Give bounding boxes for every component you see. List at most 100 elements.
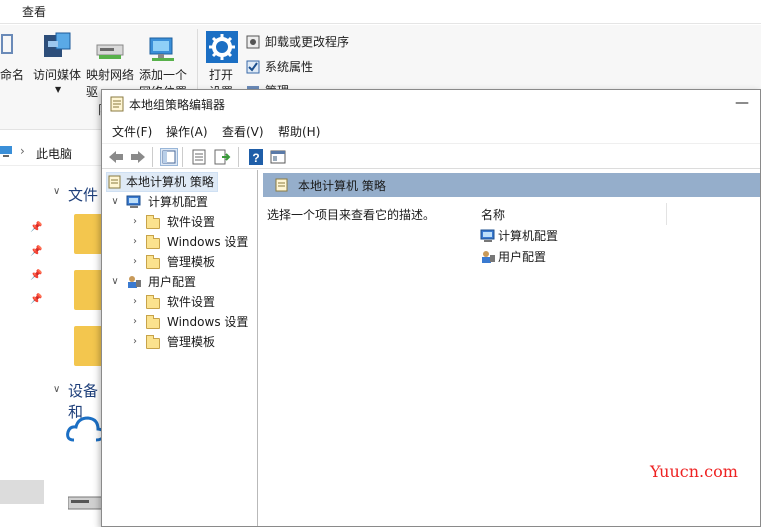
tree-label: Windows 设置: [167, 235, 249, 249]
policy-document-icon: [275, 178, 288, 192]
folder-icon: [146, 315, 160, 329]
settings-gear-icon: [206, 31, 238, 63]
watermark-text: Yuucn.com: [650, 462, 738, 481]
toolbar-separator: [238, 147, 239, 167]
list-item-computer-config[interactable]: 计算机配置: [478, 226, 598, 246]
list-item-user-config[interactable]: 用户配置: [478, 247, 598, 267]
system-properties-button[interactable]: 系统属性: [265, 59, 313, 76]
network-location-icon: [148, 35, 178, 63]
user-config-icon: [126, 275, 142, 289]
menu-file[interactable]: 文件(F): [112, 123, 152, 140]
rename-button[interactable]: 命名: [0, 67, 24, 84]
system-properties-icon: [246, 60, 260, 74]
tree-node-uc-admin-templates[interactable]: › 管理模板: [130, 332, 250, 352]
back-arrow-icon[interactable]: [107, 148, 125, 166]
chevron-down-icon: ∨: [53, 186, 61, 197]
tree-node-uc-windows-settings[interactable]: › Windows 设置: [130, 312, 258, 332]
toolbar-separator: [152, 147, 153, 167]
folder-icon: [146, 295, 160, 309]
tree-label: Windows 设置: [167, 315, 249, 329]
toolbar-separator: [182, 147, 183, 167]
tree-label: 软件设置: [167, 295, 216, 309]
pin-icon: 📌: [30, 270, 43, 281]
tree-node-cc-admin-templates[interactable]: › 管理模板: [130, 252, 250, 272]
computer-config-icon: [126, 195, 142, 209]
address-bar[interactable]: › 此电脑: [0, 138, 110, 166]
menu-action[interactable]: 操作(A): [166, 123, 208, 140]
list-item-label: 计算机配置: [498, 229, 559, 243]
tree-node-user-config[interactable]: ∨ 用户配置: [110, 272, 250, 292]
menu-help[interactable]: 帮助(H): [278, 123, 320, 140]
uninstall-programs-button[interactable]: 卸载或更改程序: [265, 34, 349, 51]
chevron-right-icon[interactable]: ›: [130, 237, 140, 247]
tree-pane: 本地计算机 策略 ∨ 计算机配置 › 软件设置 › Windows 设置 › 管…: [102, 170, 258, 526]
title-bar[interactable]: 本地组策略编辑器 —: [102, 90, 760, 118]
navigation-pane: 📌 📌 📌 📌: [0, 170, 48, 527]
tree-node-uc-software-settings[interactable]: › 软件设置: [130, 292, 250, 312]
ribbon-tabs: 查看: [0, 0, 761, 24]
chevron-down-icon[interactable]: ∨: [110, 277, 120, 287]
selected-nav-item[interactable]: [0, 480, 44, 504]
breadcrumb-this-pc[interactable]: 此电脑: [36, 145, 72, 162]
chevron-down-icon: ∨: [53, 384, 61, 395]
show-tree-icon[interactable]: [160, 148, 178, 166]
tree-label: 管理模板: [167, 335, 216, 349]
details-header: 本地计算机 策略: [263, 173, 760, 197]
drive-icon[interactable]: [67, 494, 103, 512]
open-settings-button[interactable]: 打开: [209, 67, 233, 84]
media-icon: [42, 31, 72, 61]
policy-document-icon: [108, 175, 121, 189]
pin-icon: 📌: [30, 294, 43, 305]
tree-node-local-computer-policy[interactable]: 本地计算机 策略: [108, 172, 218, 192]
pin-icon: 📌: [30, 246, 43, 257]
address-separator-icon: ›: [20, 144, 25, 158]
computer-config-icon: [480, 229, 496, 243]
details-header-title: 本地计算机 策略: [298, 179, 386, 193]
properties-icon[interactable]: [190, 148, 208, 166]
tree-label: 管理模板: [167, 255, 216, 269]
add-network-location-button[interactable]: 添加一个: [139, 67, 187, 84]
chevron-right-icon[interactable]: ›: [130, 317, 140, 327]
computer-icon: [0, 146, 14, 158]
column-header-name[interactable]: 名称: [477, 203, 667, 225]
help-icon[interactable]: ?: [247, 148, 265, 166]
folder-icon: [146, 215, 160, 229]
tree-label: 本地计算机 策略: [126, 175, 214, 189]
tree-node-computer-config[interactable]: ∨ 计算机配置: [110, 192, 250, 212]
minimize-button[interactable]: —: [728, 92, 756, 116]
list-item-label: 用户配置: [498, 250, 547, 264]
folder-icon: [146, 335, 160, 349]
map-network-drive-button[interactable]: 映射网络: [86, 67, 134, 84]
chevron-right-icon[interactable]: ›: [130, 297, 140, 307]
user-config-icon: [480, 250, 496, 264]
rename-icon: [0, 33, 14, 55]
content-pane: ∨ 文件 ∨ 设备和: [48, 170, 108, 527]
tab-view[interactable]: 查看: [22, 3, 46, 20]
forward-arrow-icon[interactable]: [129, 148, 147, 166]
chevron-right-icon[interactable]: ›: [130, 257, 140, 267]
network-drive-icon: [95, 39, 125, 63]
cloud-icon[interactable]: [66, 414, 106, 444]
section-folders-header[interactable]: 文件: [68, 184, 98, 205]
tree-label: 软件设置: [167, 215, 216, 229]
policy-document-icon: [110, 96, 124, 112]
chevron-right-icon[interactable]: ›: [130, 217, 140, 227]
toolbar: ?: [102, 143, 760, 169]
menu-view[interactable]: 查看(V): [222, 123, 264, 140]
column-name-label: 名称: [481, 208, 506, 222]
uninstall-icon: [246, 35, 260, 49]
window-title: 本地组策略编辑器: [129, 98, 226, 112]
folder-icon: [146, 255, 160, 269]
chevron-down-icon[interactable]: ∨: [110, 197, 120, 207]
chevron-right-icon[interactable]: ›: [130, 337, 140, 347]
svg-text:?: ?: [252, 151, 259, 165]
console-view-icon[interactable]: [269, 148, 287, 166]
dropdown-arrow-icon: ▼: [55, 85, 62, 94]
tree-node-cc-software-settings[interactable]: › 软件设置: [130, 212, 250, 232]
description-text: 选择一个项目来查看它的描述。: [267, 208, 436, 222]
folder-icon: [146, 235, 160, 249]
menu-bar: 文件(F) 操作(A) 查看(V) 帮助(H): [102, 120, 760, 142]
export-list-icon[interactable]: [213, 148, 231, 166]
tree-label: 计算机配置: [148, 195, 209, 209]
tree-node-cc-windows-settings[interactable]: › Windows 设置: [130, 232, 258, 252]
